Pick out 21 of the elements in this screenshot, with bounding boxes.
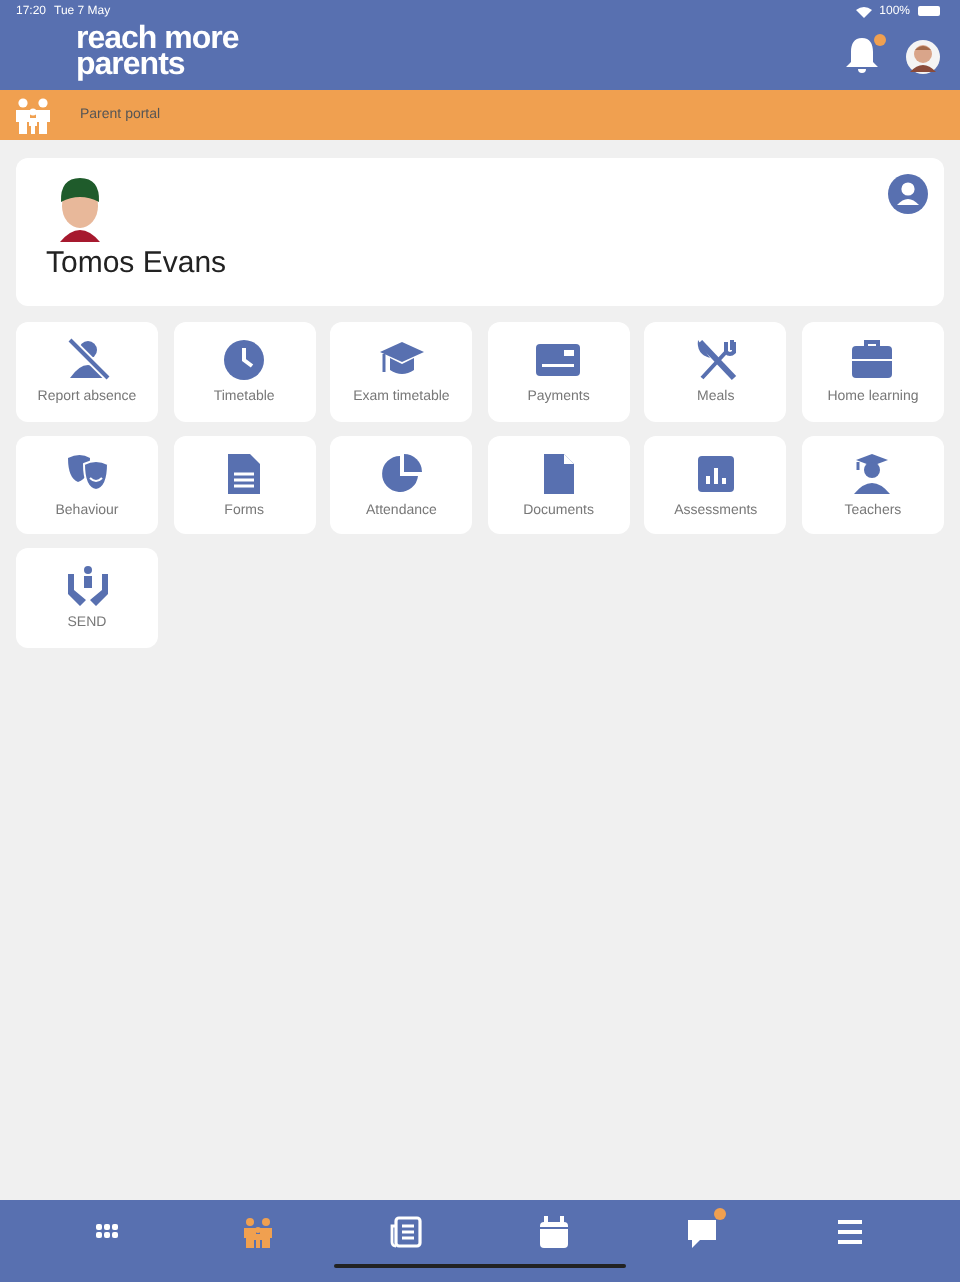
newspaper-icon[interactable] [390,1216,422,1248]
teacher-icon [850,451,895,496]
student-name: Tomos Evans [46,246,227,280]
clock-icon [222,338,267,383]
family-icon [16,97,50,133]
person-icon[interactable] [888,174,928,214]
wifi-icon [855,5,872,17]
logo-text: reach more [76,26,239,52]
student-card[interactable]: Tomos Evans [16,158,944,306]
chat-bubble-icon[interactable] [686,1216,718,1248]
bell-icon[interactable] [846,38,878,74]
logo-text: parents [76,52,185,78]
battery-icon [918,6,942,16]
bar-chart-icon [693,451,738,496]
calendar-icon[interactable] [538,1216,570,1248]
fork-knife-icon [693,338,738,383]
menu-icon[interactable] [834,1216,866,1248]
care-hands-icon [65,564,109,609]
briefcase-icon [850,338,895,383]
pie-chart-icon [379,451,424,496]
person-off-icon [65,338,109,383]
